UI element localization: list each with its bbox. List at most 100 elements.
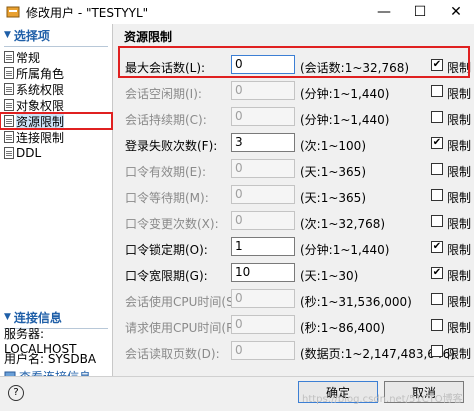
limit-range: (分钟:1~1,440) (300, 87, 390, 101)
limit-range: (次:1~100) (300, 139, 367, 153)
sidebar-item-label: DDL (16, 146, 42, 160)
username-info: 用户名: SYSDBA (4, 351, 97, 366)
limit-checkbox-label: 限制 (447, 243, 472, 257)
page-icon (4, 51, 14, 63)
page-icon (4, 83, 14, 95)
server-info: 服务器: LOCALHOST (4, 326, 77, 356)
limit-checkbox[interactable] (431, 345, 443, 357)
dialog-footer: ? 确定 取消 https://blog.csdn.net/51CTO博客 (0, 376, 474, 411)
limit-range: (天:1~365) (300, 191, 367, 205)
limit-label: 会话使用CPU时间(S): (125, 295, 243, 309)
limit-checkbox-label: 限制 (447, 139, 472, 153)
limit-row: 口令宽限期(G): 10 (天:1~30) ✔ 限制 (114, 262, 474, 286)
limit-range: (天:1~30) (300, 269, 359, 283)
minimize-button[interactable]: — (366, 0, 402, 24)
chevron-down-icon: ▼ (4, 30, 11, 40)
limit-value-input[interactable]: 0 (231, 107, 295, 126)
limit-label: 口令有效期(E): (125, 165, 206, 179)
sidebar-item[interactable]: 所属角色 (0, 65, 112, 81)
limit-row: 请求使用CPU时间(R): 0 (秒:1~86,400) 限制 (114, 314, 474, 338)
maximize-button[interactable]: ☐ (402, 0, 438, 24)
limit-checkbox-label: 限制 (447, 347, 472, 361)
limit-checkbox-label: 限制 (447, 165, 472, 179)
limit-label: 口令等待期(M): (125, 191, 209, 205)
limit-checkbox-label: 限制 (447, 87, 472, 101)
limit-label: 会话持续期(C): (125, 113, 207, 127)
page-icon (4, 115, 14, 127)
sidebar-item-label: 资源限制 (16, 112, 65, 130)
limit-range: (秒:1~31,536,000) (300, 295, 412, 309)
limit-row: 登录失败次数(F): 3 (次:1~100) ✔ 限制 (114, 132, 474, 156)
limit-row: 口令等待期(M): 0 (天:1~365) 限制 (114, 184, 474, 208)
limit-checkbox[interactable]: ✔ (431, 137, 443, 149)
limit-checkbox[interactable]: ✔ (431, 241, 443, 253)
limit-value-input[interactable]: 1 (231, 237, 295, 256)
page-icon (4, 131, 14, 143)
limit-value-input[interactable]: 0 (231, 341, 295, 360)
window-title: 修改用户 - "TESTYYL" (26, 5, 149, 20)
limit-range: (分钟:1~1,440) (300, 243, 390, 257)
limit-range: (分钟:1~1,440) (300, 113, 390, 127)
limit-range: (天:1~365) (300, 165, 367, 179)
limit-range: (次:1~32,768) (300, 217, 386, 231)
limit-value-input[interactable]: 0 (231, 81, 295, 100)
limit-value-input[interactable]: 3 (231, 133, 295, 152)
limit-value-input[interactable]: 0 (231, 289, 295, 308)
limit-value-input[interactable]: 0 (231, 159, 295, 178)
sidebar-item[interactable]: DDL (0, 145, 112, 161)
limit-checkbox-label: 限制 (447, 321, 472, 335)
limit-row: 口令有效期(E): 0 (天:1~365) 限制 (114, 158, 474, 182)
limit-label: 登录失败次数(F): (125, 139, 218, 153)
connection-info: ▼ 连接信息 服务器: LOCALHOST 用户名: SYSDBA 查看连接信息 (0, 306, 112, 385)
sidebar-item-label: 对象权限 (16, 98, 65, 113)
limit-checkbox[interactable] (431, 293, 443, 305)
limit-checkbox[interactable] (431, 215, 443, 227)
sidebar: ▼ 选择项 常规 所属角色 系统权限 对象权限 资源限制 连接限制 DDL ▼ 连接信息 服… (0, 24, 113, 384)
help-icon[interactable]: ? (8, 385, 24, 401)
limit-label: 会话空闲期(I): (125, 87, 202, 101)
limit-checkbox[interactable]: ✔ (431, 267, 443, 279)
chevron-down-icon: ▼ (4, 312, 11, 322)
limit-checkbox-label: 限制 (447, 191, 472, 205)
connection-header-label: 连接信息 (13, 310, 62, 325)
limit-row: 会话持续期(C): 0 (分钟:1~1,440) 限制 (114, 106, 474, 130)
limit-range: (秒:1~86,400) (300, 321, 386, 335)
limit-label: 口令宽限期(G): (125, 269, 208, 283)
sidebar-item-label: 系统权限 (16, 82, 65, 97)
limit-checkbox[interactable] (431, 189, 443, 201)
limit-label: 口令变更次数(X): (125, 217, 219, 231)
sidebar-item[interactable]: 连接限制 (0, 129, 112, 145)
limit-value-input[interactable]: 10 (231, 263, 295, 282)
section-header-label: 选择项 (13, 28, 50, 43)
limit-label: 请求使用CPU时间(R): (125, 321, 244, 335)
limit-checkbox-label: 限制 (447, 217, 472, 231)
highlight-box (118, 46, 470, 78)
limit-row: 口令变更次数(X): 0 (次:1~32,768) 限制 (114, 210, 474, 234)
limit-checkbox[interactable] (431, 85, 443, 97)
app-icon (6, 6, 20, 18)
limit-checkbox-label: 限制 (447, 295, 472, 309)
sidebar-item-label: 常规 (16, 50, 41, 65)
close-button[interactable]: ✕ (438, 0, 474, 24)
limit-value-input[interactable]: 0 (231, 185, 295, 204)
page-icon (4, 99, 14, 111)
sidebar-item[interactable]: 对象权限 (0, 97, 112, 113)
sidebar-item[interactable]: 常规 (0, 49, 112, 65)
limit-row: 会话空闲期(I): 0 (分钟:1~1,440) 限制 (114, 80, 474, 104)
limit-checkbox[interactable] (431, 163, 443, 175)
page-icon (4, 147, 14, 159)
sidebar-item[interactable]: 资源限制 (0, 112, 113, 130)
selection-section-header[interactable]: ▼ 选择项 (0, 24, 112, 46)
limit-label: 会话读取页数(D): (125, 347, 220, 361)
watermark: https://blog.csdn.net/51CTO博客 (302, 394, 463, 405)
sidebar-item[interactable]: 系统权限 (0, 81, 112, 97)
limit-checkbox[interactable] (431, 319, 443, 331)
limit-row: 会话读取页数(D): 0 (数据页:1~2,147,483,646) 限制 (114, 340, 474, 364)
sidebar-item-label: 所属角色 (16, 66, 65, 81)
limit-value-input[interactable]: 0 (231, 315, 295, 334)
title-bar: 修改用户 - "TESTYYL" — ☐ ✕ (0, 0, 474, 24)
limit-checkbox[interactable] (431, 111, 443, 123)
nav-list: 常规 所属角色 系统权限 对象权限 资源限制 连接限制 DDL (0, 49, 113, 161)
limit-checkbox-label: 限制 (447, 269, 472, 283)
limit-value-input[interactable]: 0 (231, 211, 295, 230)
